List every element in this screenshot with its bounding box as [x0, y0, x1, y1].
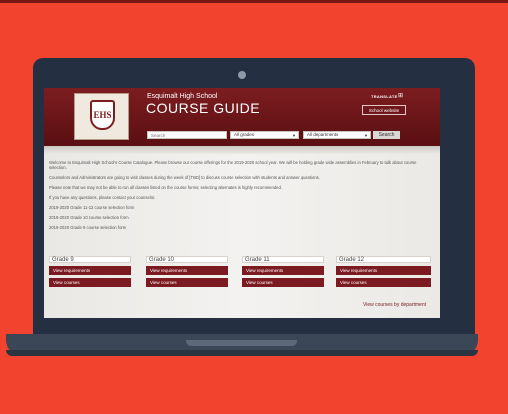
grade-heading: Grade 11 — [242, 256, 324, 263]
grade-panel-12: Grade 12 View requirements View courses — [336, 256, 431, 287]
departments-select-value: All departments — [307, 132, 339, 137]
laptop-notch — [186, 340, 297, 346]
chevron-down-icon: ▼ — [364, 133, 368, 138]
school-logo[interactable]: EHS — [74, 93, 129, 140]
camera-icon — [238, 71, 246, 79]
intro-content: Welcome to Esquimalt High School's Cours… — [49, 160, 435, 235]
grade-panel-9: Grade 9 View requirements View courses — [49, 256, 131, 287]
header-bottom-band — [44, 146, 440, 154]
grade-panel-11: Grade 11 View requirements View courses — [242, 256, 324, 287]
school-website-button[interactable]: School website — [362, 105, 406, 115]
grades-select-value: All grades — [234, 132, 255, 137]
view-courses-button[interactable]: View courses — [146, 278, 228, 287]
form-link-11-12[interactable]: 2019-2020 Grade 11-12 course selection f… — [49, 205, 435, 210]
grade-panels: Grade 9 View requirements View courses G… — [49, 256, 435, 296]
search-button[interactable]: Search — [373, 131, 400, 139]
search-input[interactable] — [147, 131, 227, 139]
departments-select[interactable]: All departments ▼ — [303, 131, 371, 139]
view-requirements-button[interactable]: View requirements — [336, 266, 431, 275]
questions-text: If you have any questions, please contac… — [49, 195, 156, 200]
view-courses-by-department-link[interactable]: View courses by department — [363, 302, 426, 308]
view-requirements-button[interactable]: View requirements — [146, 266, 228, 275]
logo-shield-icon: EHS — [90, 100, 115, 130]
counselors-text: Counselors and Administrators are going … — [49, 175, 320, 180]
view-courses-button[interactable]: View courses — [49, 278, 131, 287]
view-requirements-button[interactable]: View requirements — [49, 266, 131, 275]
welcome-text: Welcome to Esquimalt High School's Cours… — [49, 160, 417, 170]
form-link-9[interactable]: 2019-2020 Grade 9 course selection form — [49, 225, 435, 230]
top-border — [0, 0, 508, 3]
chevron-down-icon: ▼ — [292, 133, 296, 138]
view-courses-button[interactable]: View courses — [336, 278, 431, 287]
page-title: COURSE GUIDE — [146, 100, 261, 116]
translate-icon[interactable]: ⊞ — [398, 92, 403, 99]
grades-select[interactable]: All grades ▼ — [230, 131, 299, 139]
laptop-base-shadow — [6, 350, 478, 356]
form-link-10[interactable]: 2019-2020 Grade 10 course selection form — [49, 215, 435, 220]
school-name: Esquimalt High School — [147, 93, 218, 100]
grade-heading: Grade 9 — [49, 256, 131, 263]
grade-heading: Grade 12 — [336, 256, 431, 263]
grade-panel-10: Grade 10 View requirements View courses — [146, 256, 228, 287]
browser-screen: EHS Esquimalt High School COURSE GUIDE T… — [44, 88, 440, 318]
view-requirements-button[interactable]: View requirements — [242, 266, 324, 275]
view-courses-button[interactable]: View courses — [242, 278, 324, 287]
translate-label[interactable]: TRANSLATE — [371, 94, 398, 99]
logo-text: EHS — [93, 110, 112, 120]
grade-heading: Grade 10 — [146, 256, 228, 263]
note-text: Please note that we may not be able to r… — [49, 185, 282, 190]
